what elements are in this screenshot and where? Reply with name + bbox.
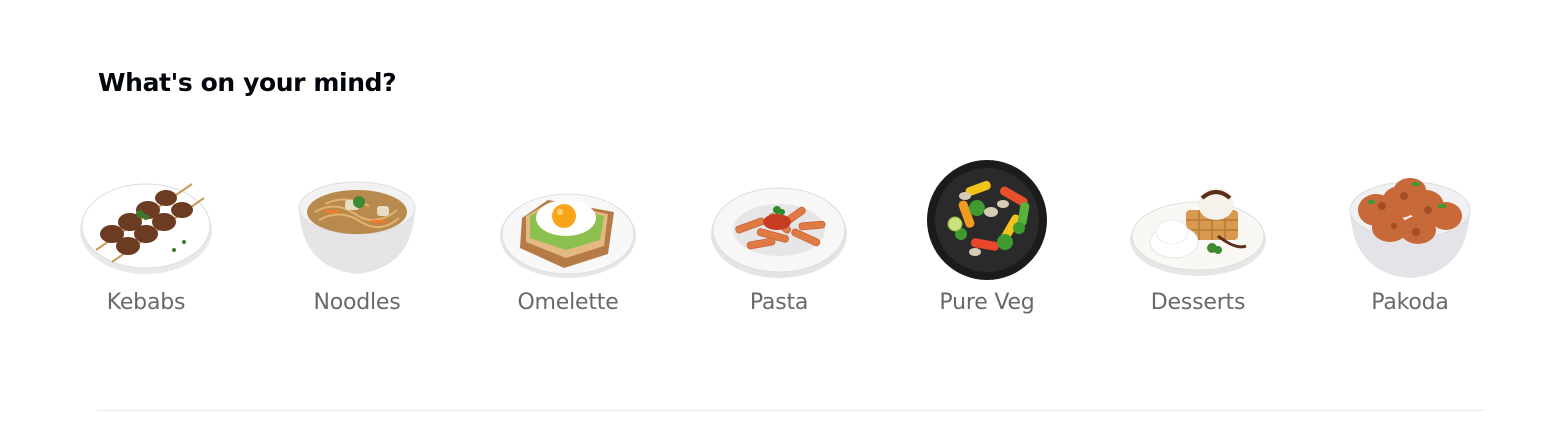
category-label: Kebabs <box>106 290 186 315</box>
category-item-kebabs[interactable]: Kebabs <box>74 150 218 330</box>
category-label: Omelette <box>517 290 619 315</box>
category-label: Desserts <box>1150 290 1246 315</box>
category-label: Pakoda <box>1371 290 1449 315</box>
omelette-image <box>496 150 640 285</box>
category-item-omelette[interactable]: Omelette <box>496 150 640 330</box>
pasta-image <box>707 150 851 285</box>
category-item-pure-veg[interactable]: Pure Veg <box>915 150 1059 330</box>
kebabs-image <box>74 150 218 285</box>
whats-on-your-mind-section: What's on your mind? Kebabs Noodles Omel… <box>0 0 1562 446</box>
category-label: Noodles <box>313 290 401 315</box>
category-item-noodles[interactable]: Noodles <box>285 150 429 330</box>
category-item-pakoda[interactable]: Pakoda <box>1338 150 1482 330</box>
noodles-image <box>285 150 429 285</box>
category-item-pasta[interactable]: Pasta <box>707 150 851 330</box>
pure-veg-image <box>915 150 1059 285</box>
section-divider <box>97 410 1485 411</box>
category-label: Pasta <box>749 290 809 315</box>
section-title: What's on your mind? <box>98 68 397 97</box>
pakoda-image <box>1338 150 1482 285</box>
category-item-desserts[interactable]: Desserts <box>1126 150 1270 330</box>
desserts-image <box>1126 150 1270 285</box>
category-label: Pure Veg <box>939 290 1035 315</box>
